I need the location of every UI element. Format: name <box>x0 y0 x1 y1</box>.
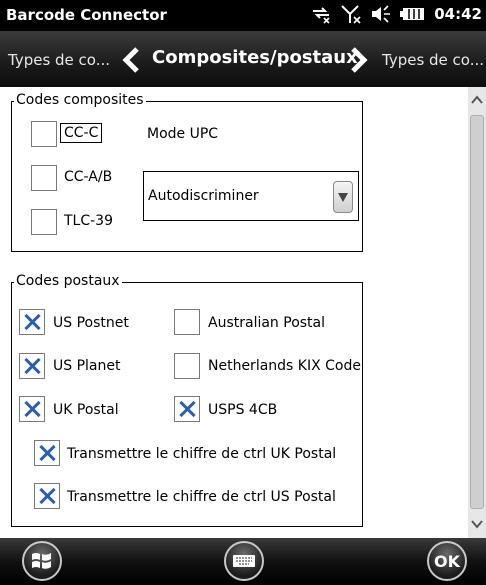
tlc-39-checkbox[interactable] <box>31 209 57 235</box>
australian-postal-checkbox[interactable] <box>174 309 200 335</box>
ok-button[interactable]: OK <box>427 541 467 581</box>
status-icons: 04:42 <box>310 4 482 24</box>
cc-c-label[interactable]: CC-C <box>60 123 103 143</box>
transmit-us-check-digit-checkbox[interactable] <box>34 483 60 509</box>
us-planet-checkbox[interactable] <box>19 353 45 379</box>
no-signal-icon[interactable] <box>340 4 362 24</box>
previous-tab[interactable]: Types de co... <box>8 51 110 69</box>
chevron-up-icon[interactable] <box>470 93 484 107</box>
settings-content: Codes composites CC-C CC-A/B TLC-39 Mode… <box>0 87 468 538</box>
tab-navigation-bar: Types de co... Composites/postaux Types … <box>0 31 486 87</box>
status-bar: Barcode Connector 04:42 <box>0 0 486 31</box>
us-postnet-checkbox[interactable] <box>19 309 45 335</box>
next-tab[interactable]: Types de co... <box>382 51 484 69</box>
windows-start-icon <box>32 553 51 569</box>
usps-4cb-label[interactable]: USPS 4CB <box>208 402 277 418</box>
netherlands-kix-checkbox[interactable] <box>174 353 200 379</box>
cc-c-checkbox[interactable] <box>31 121 57 147</box>
netherlands-kix-label[interactable]: Netherlands KIX Code <box>208 358 361 374</box>
volume-icon[interactable] <box>370 4 392 24</box>
battery-icon[interactable] <box>400 4 426 24</box>
scrollbar-thumb[interactable] <box>470 115 484 509</box>
transmit-uk-check-digit-label[interactable]: Transmettre le chiffre de ctrl UK Postal <box>67 446 336 462</box>
current-tab-title: Composites/postaux <box>152 47 358 68</box>
keyboard-button[interactable] <box>224 541 264 581</box>
sync-icon[interactable] <box>310 4 332 24</box>
upc-mode-value: Autodiscriminer <box>148 188 259 204</box>
uk-postal-checkbox[interactable] <box>19 396 45 422</box>
australian-postal-label[interactable]: Australian Postal <box>208 315 325 331</box>
keyboard-icon <box>233 555 255 567</box>
triangle-down-icon <box>338 193 348 202</box>
soft-key-bar: OK <box>0 538 486 585</box>
cc-a-b-checkbox[interactable] <box>31 165 57 191</box>
clock[interactable]: 04:42 <box>434 5 482 23</box>
app-title: Barcode Connector <box>6 6 167 24</box>
upc-mode-dropdown[interactable]: Autodiscriminer <box>143 171 359 221</box>
us-planet-label[interactable]: US Planet <box>53 358 120 374</box>
uk-postal-label[interactable]: UK Postal <box>53 402 119 418</box>
chevron-left-icon[interactable] <box>120 47 142 73</box>
chevron-right-icon[interactable] <box>348 47 370 73</box>
chevron-down-icon[interactable] <box>470 517 484 531</box>
start-button[interactable] <box>22 541 62 581</box>
us-postnet-label[interactable]: US Postnet <box>53 315 129 331</box>
transmit-uk-check-digit-checkbox[interactable] <box>34 440 60 466</box>
composite-codes-title: Codes composites <box>14 92 146 108</box>
postal-codes-title: Codes postaux <box>14 273 122 289</box>
cc-a-b-label[interactable]: CC-A/B <box>64 169 112 185</box>
transmit-us-check-digit-label[interactable]: Transmettre le chiffre de ctrl US Postal <box>67 489 336 505</box>
usps-4cb-checkbox[interactable] <box>174 396 200 422</box>
vertical-scrollbar[interactable] <box>468 87 486 538</box>
dropdown-button[interactable] <box>333 181 353 213</box>
tlc-39-label[interactable]: TLC-39 <box>64 213 113 229</box>
upc-mode-label: Mode UPC <box>147 126 219 142</box>
